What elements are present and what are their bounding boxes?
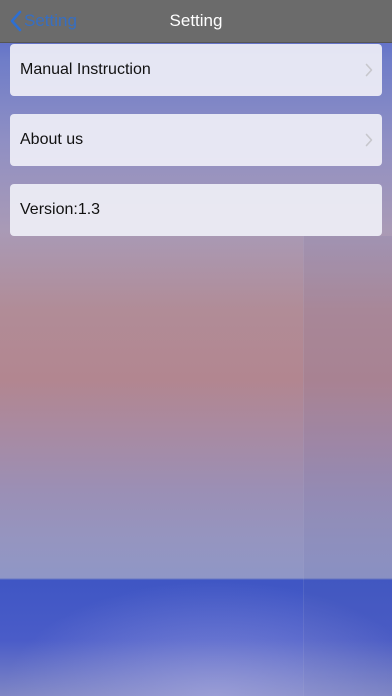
version-cell: Version:1.3 bbox=[10, 184, 382, 236]
menu-item-label: Manual Instruction bbox=[20, 61, 151, 78]
menu-item-manual-instruction[interactable]: Manual Instruction bbox=[10, 44, 382, 96]
version-label: Version:1.3 bbox=[20, 201, 101, 218]
background-glow bbox=[0, 580, 392, 696]
menu-item-about-us[interactable]: About us bbox=[10, 114, 382, 166]
page-title: Setting bbox=[169, 11, 223, 30]
chevron-right-icon bbox=[365, 133, 373, 147]
menu-item-label: About us bbox=[20, 131, 84, 148]
chevron-right-icon bbox=[365, 63, 373, 77]
navigation-bar: Setting Setting bbox=[0, 0, 392, 43]
